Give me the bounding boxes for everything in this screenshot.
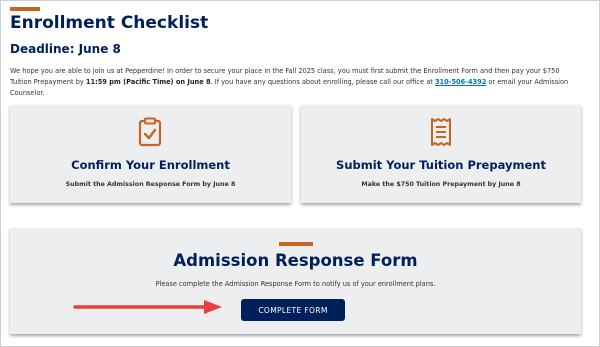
intro-deadline-bold: 11:59 pm (Pacific Time) on June 8 [85, 78, 211, 86]
card-subtitle-confirm-enrollment: Submit the Admission Response Form by Ju… [65, 181, 236, 188]
clipboard-check-icon [138, 117, 162, 147]
complete-form-button[interactable]: COMPLETE FORM [241, 299, 345, 321]
intro-paragraph: We hope you are able to join us at Peppe… [10, 66, 575, 99]
confirm-enrollment-card[interactable]: Confirm Your Enrollment Submit the Admis… [10, 105, 291, 203]
page-frame: Enrollment Checklist Deadline: June 8 We… [0, 0, 600, 347]
red-arrow-icon [73, 300, 222, 314]
form-title: Admission Response Form [173, 251, 418, 270]
card-title-tuition-prepayment: Submit Your Tuition Prepayment [336, 158, 546, 172]
deadline-heading: Deadline: June 8 [10, 42, 121, 56]
card-title-confirm-enrollment: Confirm Your Enrollment [71, 158, 230, 172]
form-description: Please complete the Admission Response F… [155, 280, 436, 288]
tuition-prepayment-card[interactable]: Submit Your Tuition Prepayment Make the … [301, 105, 581, 203]
intro-text-2: . If you have any questions about enroll… [210, 78, 435, 86]
card-subtitle-tuition-prepayment: Make the $750 Tuition Prepayment by June… [361, 181, 521, 188]
phone-link[interactable]: 310-506-4392 [435, 78, 486, 86]
admission-response-form-card: Admission Response Form Please complete … [10, 228, 581, 334]
page-title: Enrollment Checklist [10, 13, 209, 33]
form-accent-bar [279, 242, 313, 246]
receipt-icon [431, 118, 451, 146]
title-accent-bar [10, 7, 40, 11]
